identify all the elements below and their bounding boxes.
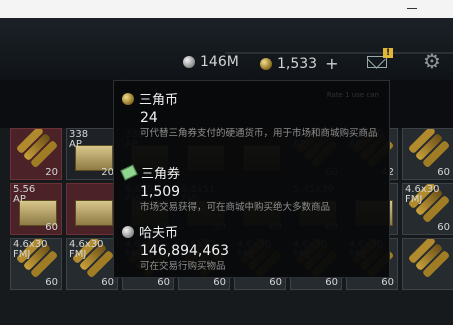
inventory-slot[interactable]: 338 AP 20 [66, 128, 118, 180]
slot-count: 60 [269, 277, 282, 288]
entry-value: 146,894,463 [140, 243, 230, 259]
inventory-slot[interactable]: 60 [402, 128, 453, 180]
inventory-slot[interactable] [402, 238, 453, 290]
slot-label: 4.6x30 FMJ [69, 239, 104, 260]
currency-tooltip: Rate 1 use can 三角币 24 可代替三角券支付的硬通货币，用于市场… [113, 80, 390, 278]
inventory-slot[interactable]: 20 [10, 128, 62, 180]
tooltip-entry-sanjiao-ticket: 三角券 1,509 市场交易获得，可在商城中购买绝大多数商品 [120, 163, 385, 214]
ammo-icon [414, 242, 444, 272]
entry-name: 三角币 [139, 93, 179, 108]
inventory-slot[interactable]: 4.6x30 FMJ 60 [402, 183, 453, 235]
ticket-icon [120, 164, 138, 181]
slot-count: 60 [101, 277, 114, 288]
gold-coin-icon [260, 57, 272, 70]
ammo-box-icon [75, 200, 113, 226]
inventory-slot[interactable]: 5.56 AP 60 [10, 183, 62, 235]
gold-balance-value: 1,533 [277, 55, 318, 72]
mail-alert-badge: ! [383, 48, 393, 58]
entry-value: 24 [140, 110, 158, 126]
slot-count: 60 [213, 277, 226, 288]
slot-count: 60 [381, 277, 394, 288]
tooltip-entry-hafu-coin: 哈夫币 146,894,463 可在交易行购买物品 [122, 222, 385, 273]
minimize-icon[interactable] [407, 8, 417, 9]
add-currency-button[interactable]: + [325, 54, 338, 73]
entry-description: 可在交易行购买物品 [140, 261, 226, 272]
inventory-slot[interactable]: 4.6x30 FMJ 60 [10, 238, 62, 290]
silver-coin-icon [183, 56, 195, 68]
silver-balance-value: 146M [200, 54, 239, 70]
ammo-icon [414, 132, 444, 162]
silver-coin-icon [122, 225, 134, 238]
slot-label: 4.6x30 FMJ [13, 239, 48, 260]
slot-count: 60 [157, 277, 170, 288]
slot-count: 60 [437, 167, 450, 178]
gold-coin-icon [122, 92, 134, 105]
inventory-slot[interactable]: 4.6x30 FMJ 60 [66, 238, 118, 290]
inventory-slot[interactable] [66, 183, 118, 235]
slot-count: 60 [437, 222, 450, 233]
entry-name: 三角券 [141, 167, 181, 182]
slot-count: 60 [45, 222, 58, 233]
silver-balance[interactable]: 146M [183, 54, 239, 70]
entry-name: 哈夫币 [139, 226, 179, 241]
window-top-bar [0, 0, 453, 18]
entry-value: 1,509 [140, 184, 181, 200]
slot-label: 338 AP [69, 129, 89, 150]
slot-count: 60 [45, 277, 58, 288]
slot-label: 5.56 AP [13, 184, 36, 205]
entry-description: 市场交易获得，可在商城中购买绝大多数商品 [140, 202, 331, 213]
tooltip-entry-sanjiao-coin: 三角币 24 可代替三角券支付的硬通货币，用于市场和商城购买商品 [122, 89, 385, 140]
slot-count: 60 [325, 277, 338, 288]
slot-label: 4.6x30 FMJ [405, 184, 440, 205]
gear-icon[interactable]: ⚙ [423, 51, 441, 71]
entry-description: 可代替三角券支付的硬通货币，用于市场和商城购买商品 [140, 128, 378, 139]
ammo-icon [22, 132, 52, 162]
gold-balance[interactable]: 1,533 + [260, 54, 339, 73]
slot-count: 20 [45, 167, 58, 178]
